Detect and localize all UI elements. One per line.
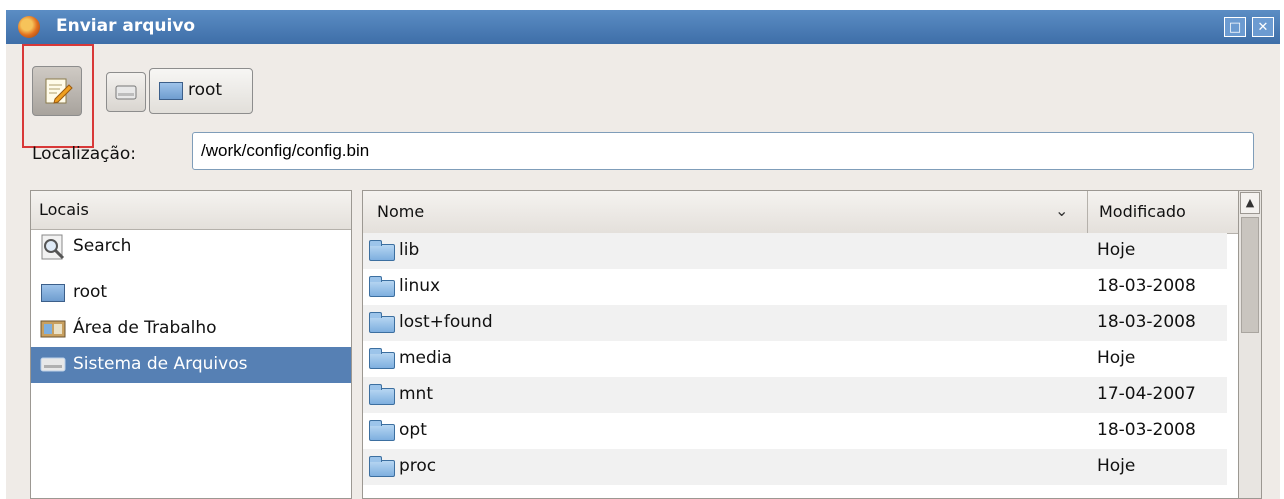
column-header-modified[interactable]: Modificado — [1099, 202, 1186, 221]
place-item-label: Área de Trabalho — [73, 318, 217, 338]
file-modified: Hoje — [1097, 240, 1136, 260]
maximize-button[interactable]: □ — [1224, 17, 1246, 37]
file-name: lost+found — [399, 312, 493, 332]
folder-icon — [369, 456, 395, 477]
place-item-label: Search — [73, 236, 132, 256]
home-folder-icon — [41, 284, 65, 302]
file-name: media — [399, 348, 452, 368]
place-item-root[interactable]: root — [31, 275, 351, 311]
places-panel: Locais Search root Área de Trabalho Sist… — [30, 190, 352, 499]
title-bar[interactable]: Enviar arquivo □ ✕ — [6, 10, 1280, 44]
folder-icon — [369, 240, 395, 261]
place-item-filesystem[interactable]: Sistema de Arquivos — [31, 347, 351, 383]
file-list: Nome ⌄ Modificado lib Hoje linux 18-03-2… — [362, 190, 1244, 499]
place-item-label: root — [73, 282, 108, 302]
location-label: Localização: — [32, 144, 137, 164]
folder-icon — [369, 420, 395, 441]
file-modified: 17-04-2007 — [1097, 384, 1196, 404]
window-title: Enviar arquivo — [56, 16, 196, 36]
file-row[interactable]: lib Hoje — [363, 233, 1227, 269]
file-list-header: Nome ⌄ Modificado — [363, 191, 1243, 234]
file-modified: Hoje — [1097, 456, 1136, 476]
search-icon — [41, 234, 65, 260]
file-modified: 18-03-2008 — [1097, 420, 1196, 440]
file-modified: 18-03-2008 — [1097, 276, 1196, 296]
path-scroll-left-button[interactable] — [106, 72, 146, 112]
file-name: lib — [399, 240, 420, 260]
place-item-desktop[interactable]: Área de Trabalho — [31, 311, 351, 347]
places-header-label: Locais — [39, 200, 89, 219]
file-modified: 18-03-2008 — [1097, 312, 1196, 332]
file-list-scrollbar[interactable]: ▲ — [1238, 190, 1262, 499]
scrollbar-thumb[interactable] — [1241, 217, 1259, 333]
file-row[interactable]: linux 18-03-2008 — [363, 269, 1227, 305]
column-header-name[interactable]: Nome — [377, 202, 424, 221]
file-name: mnt — [399, 384, 433, 404]
file-name: linux — [399, 276, 441, 296]
highlight-box — [22, 44, 94, 148]
file-row[interactable]: media Hoje — [363, 341, 1227, 377]
folder-icon — [369, 312, 395, 333]
path-button-root[interactable]: root — [149, 68, 253, 114]
close-button[interactable]: ✕ — [1252, 17, 1274, 37]
places-header[interactable]: Locais — [31, 191, 351, 230]
file-name: opt — [399, 420, 427, 440]
file-modified: Hoje — [1097, 348, 1136, 368]
folder-icon — [369, 276, 395, 297]
desktop-icon — [40, 320, 66, 338]
drive-icon — [40, 357, 66, 372]
column-divider[interactable] — [1087, 191, 1088, 233]
place-item-search[interactable]: Search — [31, 229, 351, 265]
file-row[interactable]: proc Hoje — [363, 449, 1227, 485]
file-name: proc — [399, 456, 437, 476]
file-upload-dialog: Enviar arquivo □ ✕ root Localização: Loc… — [6, 10, 1280, 499]
path-button-label: root — [188, 80, 223, 100]
file-row[interactable]: opt 18-03-2008 — [363, 413, 1227, 449]
folder-icon — [369, 384, 395, 405]
home-folder-icon — [159, 82, 183, 100]
location-input[interactable] — [192, 132, 1254, 170]
file-row[interactable]: lost+found 18-03-2008 — [363, 305, 1227, 341]
file-row[interactable]: mnt 17-04-2007 — [363, 377, 1227, 413]
folder-icon — [369, 348, 395, 369]
firefox-icon — [18, 16, 40, 38]
place-item-label: Sistema de Arquivos — [73, 354, 248, 374]
drive-icon — [115, 85, 137, 100]
sort-descending-icon: ⌄ — [1055, 201, 1069, 220]
scroll-up-icon[interactable]: ▲ — [1240, 192, 1260, 214]
